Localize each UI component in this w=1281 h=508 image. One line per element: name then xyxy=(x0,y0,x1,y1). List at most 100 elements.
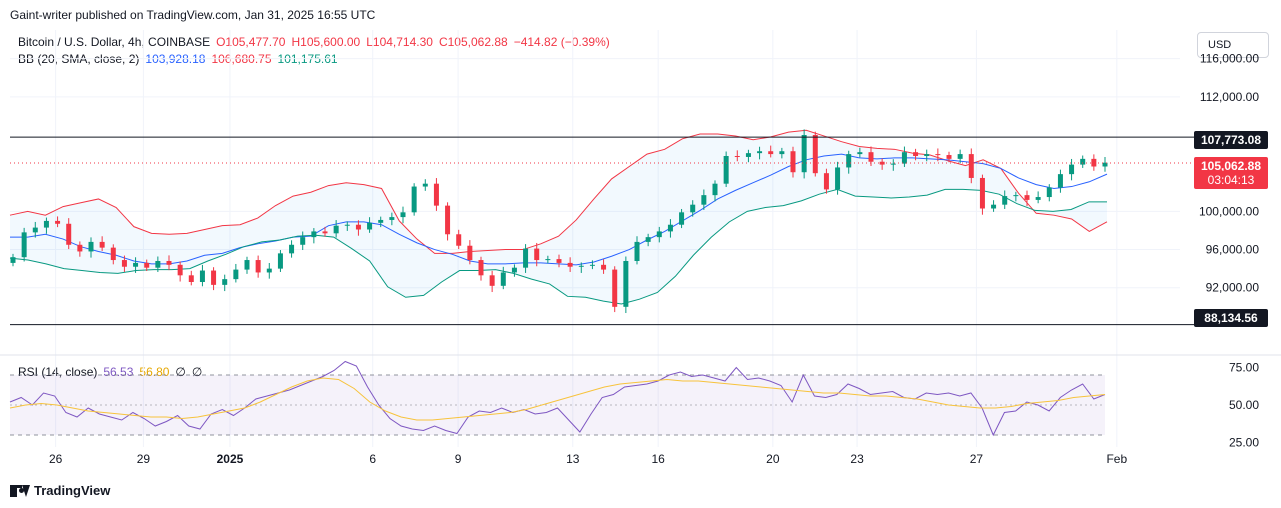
rsi-tick-label: 25.00 xyxy=(1229,436,1259,450)
candle-body xyxy=(578,265,584,267)
candle-body xyxy=(823,173,829,190)
price-tick-label: 96,000.00 xyxy=(1206,243,1260,257)
candle-body xyxy=(121,260,127,267)
candle-body xyxy=(790,151,796,173)
candle-body xyxy=(701,195,707,205)
candle-body xyxy=(623,261,629,307)
candle-body xyxy=(422,183,428,187)
resistance-price-tag: 107,773.08 xyxy=(1194,131,1268,149)
candle-body xyxy=(233,269,239,280)
rsi-tick-label: 50.00 xyxy=(1229,398,1259,412)
candle-body xyxy=(355,224,361,230)
candle-body xyxy=(712,183,718,196)
candle-body xyxy=(244,260,250,270)
candle-body xyxy=(1080,158,1086,165)
candle-body xyxy=(289,244,295,254)
time-tick-label: 29 xyxy=(137,452,151,466)
time-tick-label: 6 xyxy=(369,452,376,466)
tradingview-wordmark: TradingView xyxy=(34,483,111,498)
candle-body xyxy=(478,260,484,276)
time-tick-label: 2025 xyxy=(217,452,244,466)
candle-body xyxy=(935,154,941,156)
price-chart[interactable]: 116,000.00 112,000.00 100,000.00 96,000.00 9… xyxy=(0,0,1281,508)
candle-body xyxy=(745,153,751,157)
price-tick-label: 100,000.00 xyxy=(1199,204,1259,218)
candle-body xyxy=(511,267,517,273)
candle-body xyxy=(389,217,395,220)
time-tick-label: 16 xyxy=(652,452,666,466)
candle-body xyxy=(266,268,272,273)
candle-body xyxy=(957,154,963,159)
candle-body xyxy=(924,154,930,156)
candle-body xyxy=(968,154,974,178)
candle-body xyxy=(489,275,495,286)
candle-body xyxy=(979,177,985,209)
candle-body xyxy=(188,275,194,282)
time-tick-label: 13 xyxy=(566,452,580,466)
candle-body xyxy=(255,260,261,273)
candle-body xyxy=(211,270,217,285)
candle-body xyxy=(1002,196,1008,205)
time-tick-label: Feb xyxy=(1106,452,1127,466)
candle-body xyxy=(645,237,651,242)
candle-body xyxy=(144,262,150,268)
candle-body xyxy=(656,231,662,238)
candle-body xyxy=(300,237,306,245)
candle-body xyxy=(1035,197,1041,200)
candle-body xyxy=(333,225,339,234)
candle-body xyxy=(679,212,685,225)
candle-body xyxy=(445,205,451,235)
bollinger-bands xyxy=(9,129,1108,305)
candle-body xyxy=(110,247,116,261)
candle-body xyxy=(32,227,38,233)
tradingview-brand[interactable]: TradingView xyxy=(10,483,110,498)
candle-body xyxy=(601,264,607,270)
candle-body xyxy=(222,279,228,285)
candle-body xyxy=(757,151,763,154)
candle-body xyxy=(857,152,863,155)
candle-body xyxy=(1069,164,1075,175)
candle-body xyxy=(634,241,640,261)
candle-body xyxy=(690,204,696,213)
rsi-pane xyxy=(9,360,1106,437)
candle-body xyxy=(411,186,417,213)
candle-body xyxy=(812,135,818,174)
candle-body xyxy=(10,257,16,263)
candle-body xyxy=(901,152,907,164)
candle-body xyxy=(835,167,841,190)
candle-body xyxy=(467,245,473,261)
price-tick-label: 92,000.00 xyxy=(1206,281,1260,295)
support-price-tag: 88,134.56 xyxy=(1194,309,1268,327)
candle-body xyxy=(1057,174,1063,188)
candle-body xyxy=(890,163,896,165)
candle-body xyxy=(367,222,373,230)
candle-body xyxy=(667,224,673,232)
candle-body xyxy=(456,234,462,246)
candle-body xyxy=(846,154,852,168)
candle-body xyxy=(534,248,540,261)
candle-body xyxy=(1091,158,1097,167)
candle-body xyxy=(277,253,283,269)
time-tick-label: 26 xyxy=(49,452,63,466)
candle-body xyxy=(199,270,205,282)
price-tick-label: 116,000.00 xyxy=(1200,52,1259,66)
candle-body xyxy=(768,151,774,155)
candle-body xyxy=(500,272,506,286)
candle-body xyxy=(88,241,94,252)
candle-body xyxy=(155,261,161,268)
candle-body xyxy=(311,231,317,238)
candle-body xyxy=(523,248,529,268)
price-tick-label: 112,000.00 xyxy=(1200,90,1259,104)
candle-body xyxy=(567,262,573,267)
candle-body xyxy=(77,244,83,252)
candle-body xyxy=(779,151,785,155)
rsi-tick-label: 75.00 xyxy=(1229,361,1259,375)
time-tick-label: 9 xyxy=(455,452,462,466)
candle-body xyxy=(166,261,172,265)
candle-body xyxy=(946,155,952,159)
candle-body xyxy=(913,152,919,156)
candle-body xyxy=(612,269,618,307)
candle-body xyxy=(723,156,729,184)
candle-body xyxy=(322,231,328,234)
tradingview-logo-icon xyxy=(10,484,30,497)
